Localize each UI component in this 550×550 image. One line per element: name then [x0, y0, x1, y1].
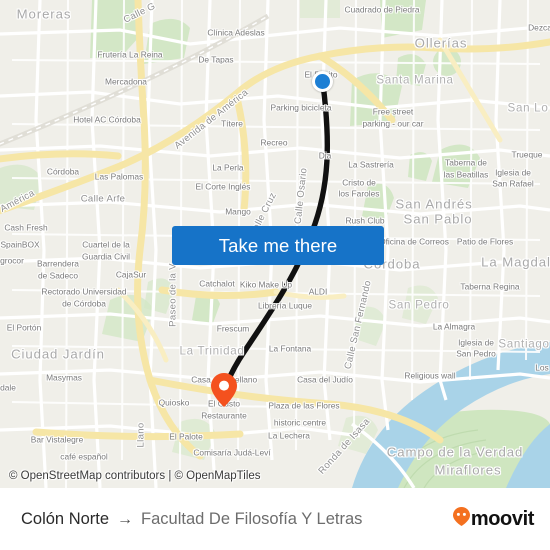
- moovit-logo[interactable]: moovit: [452, 507, 535, 531]
- map-canvas[interactable]: .rd { fill:none; stroke:#ffffff; stroke-…: [0, 0, 550, 488]
- destination-station-name: Facultad De Filosofía Y Letras: [141, 509, 363, 528]
- origin-dot-marker[interactable]: [312, 71, 333, 92]
- route-summary: Colón Norte → Facultad De Filosofía Y Le…: [21, 510, 362, 529]
- origin-station-name: Colón Norte: [21, 509, 110, 528]
- take-me-there-button[interactable]: Take me there: [172, 226, 384, 265]
- arrow-right-icon: →: [117, 510, 134, 528]
- moovit-trip-map-card: .rd { fill:none; stroke:#ffffff; stroke-…: [0, 0, 550, 550]
- moovit-pin-icon: [452, 507, 470, 531]
- footer-bar: Colón Norte → Facultad De Filosofía Y Le…: [0, 488, 550, 550]
- map-attribution: © OpenStreetMap contributors | © OpenMap…: [9, 470, 261, 482]
- moovit-wordmark: moovit: [470, 507, 535, 530]
- destination-pin-marker[interactable]: [211, 373, 237, 407]
